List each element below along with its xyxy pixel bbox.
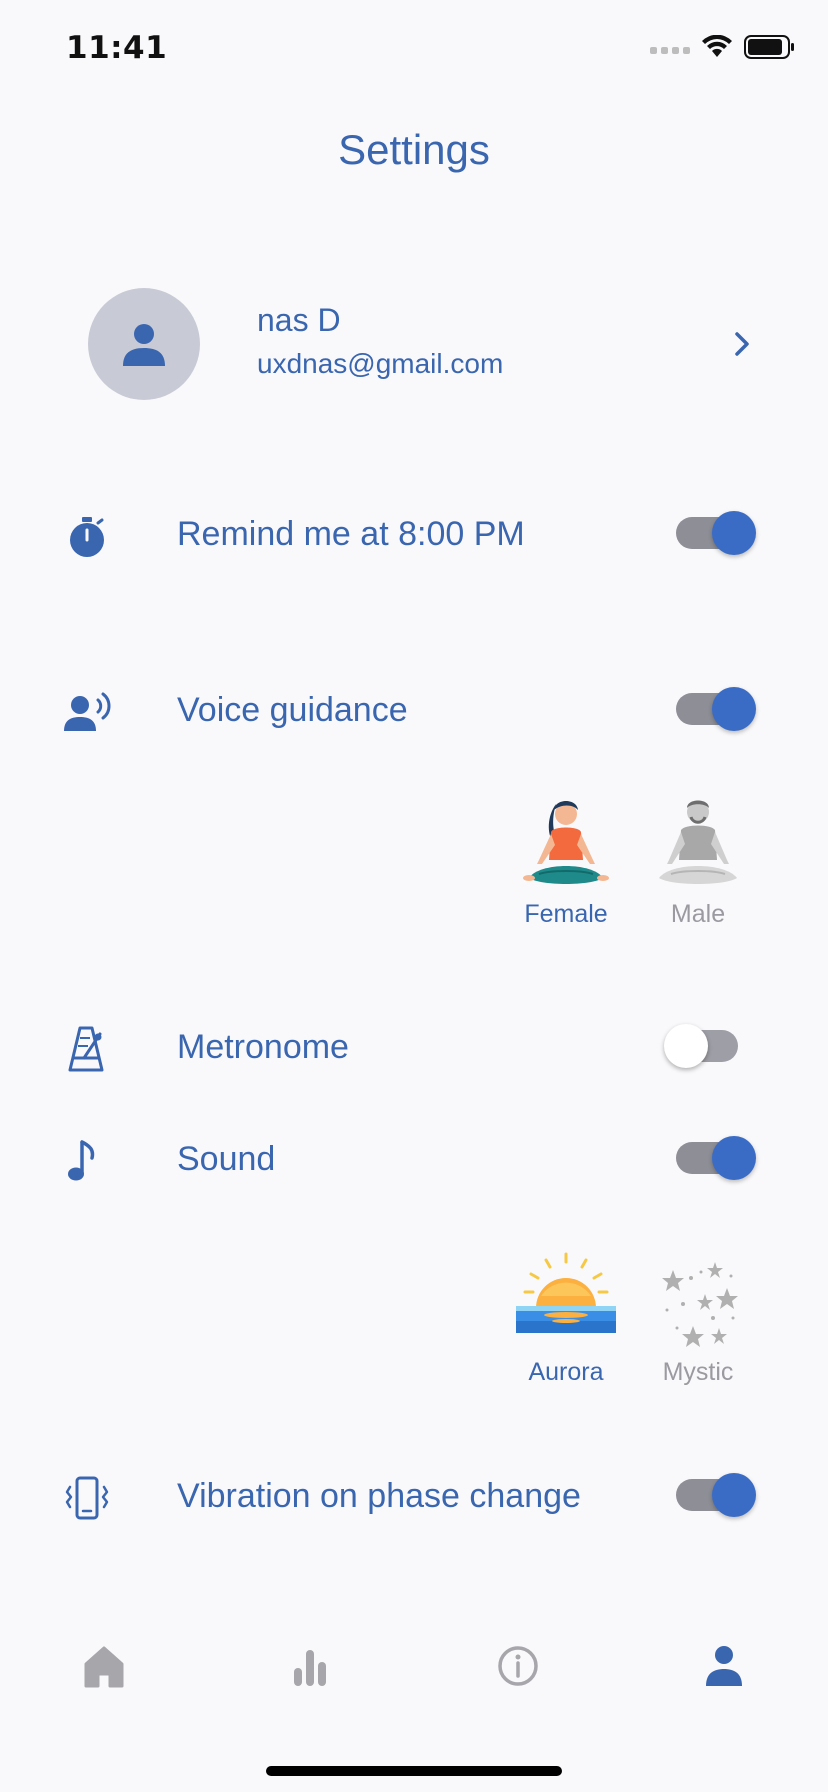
male-meditation-icon	[659, 800, 737, 884]
status-time: 11:41	[66, 30, 168, 66]
sound-label[interactable]: Sound	[177, 1140, 275, 1179]
battery-icon	[744, 35, 794, 59]
reminder-label[interactable]: Remind me at 8:00 PM	[177, 515, 525, 554]
sound-option-mystic-label: Mystic	[662, 1358, 734, 1386]
stars-icon	[662, 1262, 738, 1347]
sound-toggle[interactable]	[676, 1136, 756, 1180]
sound-option-aurora-label: Aurora	[528, 1358, 604, 1386]
profile-row[interactable]: nas D uxdnas@gmail.com	[88, 288, 760, 400]
metronome-label[interactable]: Metronome	[177, 1028, 349, 1067]
bar-chart-icon[interactable]	[280, 1636, 340, 1696]
vibration-row: Vibration on phase change	[62, 1467, 762, 1527]
metronome-icon	[68, 1026, 104, 1072]
sunrise-icon	[516, 1252, 616, 1333]
vibration-label[interactable]: Vibration on phase change	[177, 1477, 581, 1516]
sound-option-aurora[interactable]: Aurora	[506, 1248, 626, 1387]
person-icon	[123, 324, 165, 366]
voice-option-female[interactable]: Female	[506, 790, 626, 929]
status-bar: 11:41	[0, 0, 828, 100]
wifi-icon	[702, 35, 732, 57]
voice-option-male[interactable]: Male	[638, 790, 758, 929]
avatar	[88, 288, 200, 400]
info-icon[interactable]	[488, 1636, 548, 1696]
stopwatch-icon	[70, 517, 104, 557]
metronome-toggle[interactable]	[664, 1024, 738, 1068]
person-tab-icon[interactable]	[694, 1636, 754, 1696]
profile-email: uxdnas@gmail.com	[257, 348, 504, 379]
female-meditation-icon	[523, 801, 609, 884]
signal-icon	[650, 40, 690, 54]
voice-option-female-label: Female	[524, 900, 608, 928]
voice-guidance-row: Voice guidance	[62, 681, 762, 741]
sound-row: Sound	[62, 1130, 762, 1190]
reminder-toggle[interactable]	[676, 511, 756, 555]
chevron-right-icon[interactable]	[724, 326, 760, 362]
home-indicator[interactable]	[266, 1766, 562, 1776]
page-title: Settings	[338, 126, 490, 173]
music-note-icon	[68, 1140, 95, 1181]
voice-option-male-label: Male	[670, 900, 726, 928]
reminder-row: Remind me at 8:00 PM	[62, 505, 762, 565]
voice-icon	[64, 692, 111, 731]
metronome-row: Metronome	[62, 1018, 762, 1078]
voice-guidance-label[interactable]: Voice guidance	[177, 691, 408, 730]
sound-option-mystic[interactable]: Mystic	[638, 1248, 758, 1387]
tab-bar	[0, 1610, 828, 1720]
vibration-icon	[65, 1476, 109, 1520]
status-icons	[650, 34, 796, 60]
vibration-toggle[interactable]	[676, 1473, 756, 1517]
home-icon[interactable]	[74, 1636, 134, 1696]
voice-guidance-toggle[interactable]	[676, 687, 756, 731]
profile-name: nas D	[257, 302, 341, 338]
